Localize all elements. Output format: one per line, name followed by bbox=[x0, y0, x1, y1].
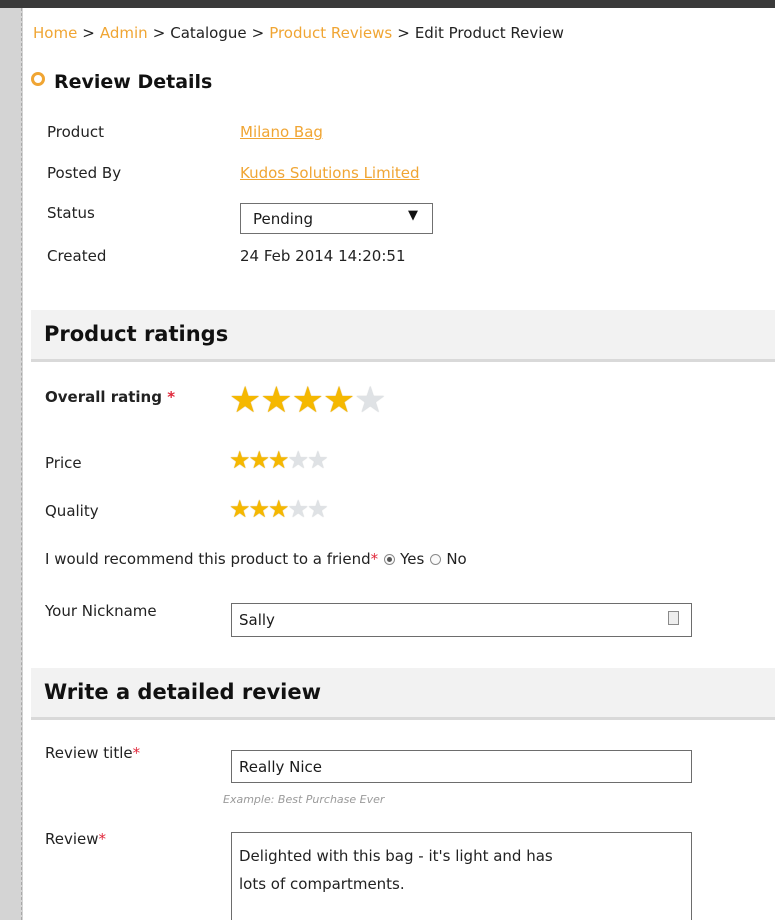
dropdown-arrow-icon: ▼ bbox=[408, 208, 418, 223]
breadcrumb: Home > Admin > Catalogue > Product Reviews > Edi… bbox=[33, 24, 564, 42]
star-icon[interactable]: ★ bbox=[354, 380, 386, 421]
product-label: Product bbox=[47, 123, 104, 141]
star-icon[interactable]: ★ bbox=[229, 446, 250, 474]
star-icon[interactable]: ★ bbox=[249, 495, 270, 523]
star-icon[interactable]: ★ bbox=[229, 380, 261, 421]
breadcrumb-catalogue: Catalogue bbox=[170, 24, 247, 42]
overall-rating-label: Overall rating * bbox=[45, 388, 175, 406]
star-icon[interactable]: ★ bbox=[260, 380, 292, 421]
breadcrumb-admin-link[interactable]: Admin bbox=[100, 24, 148, 42]
detailed-review-section-header: Write a detailed review bbox=[31, 668, 775, 720]
star-icon[interactable]: ★ bbox=[323, 380, 355, 421]
edit-review-panel: Home > Admin > Catalogue > Product Reviews > Edi… bbox=[23, 8, 775, 920]
recommend-no-radio[interactable] bbox=[430, 554, 442, 565]
star-icon[interactable]: ★ bbox=[268, 495, 289, 523]
breadcrumb-separator: > bbox=[397, 24, 410, 42]
review-title-hint: Example: Best Purchase Ever bbox=[223, 793, 385, 806]
nickname-input[interactable]: Sally bbox=[231, 603, 692, 637]
posted-by-label: Posted By bbox=[47, 164, 122, 182]
breadcrumb-current-page: Edit Product Review bbox=[414, 24, 564, 42]
window-top-bar bbox=[0, 0, 775, 8]
recommend-no-label[interactable]: No bbox=[446, 550, 466, 568]
overall-rating-stars[interactable]: ★★★★★ bbox=[229, 380, 386, 421]
review-title-input[interactable]: Really Nice bbox=[231, 750, 692, 783]
breadcrumb-separator: > bbox=[152, 24, 166, 42]
quality-label: Quality bbox=[45, 502, 99, 520]
keyboard-icon[interactable] bbox=[668, 611, 679, 625]
required-asterisk: * bbox=[132, 744, 141, 762]
recommend-row: I would recommend this product to a frie… bbox=[45, 550, 467, 568]
created-label: Created bbox=[47, 247, 107, 265]
recommend-yes-radio[interactable] bbox=[384, 554, 396, 565]
left-gutter bbox=[0, 8, 22, 920]
status-label: Status bbox=[47, 204, 95, 222]
review-textarea-value: Delighted with this bag - it's light and… bbox=[239, 847, 553, 893]
required-asterisk: * bbox=[98, 830, 107, 848]
created-value: 24 Feb 2014 14:20:51 bbox=[240, 247, 406, 265]
status-selected-value: Pending bbox=[253, 210, 313, 228]
star-icon[interactable]: ★ bbox=[268, 446, 289, 474]
product-ratings-section-header: Product ratings bbox=[31, 310, 775, 362]
product-link[interactable]: Milano Bag bbox=[240, 123, 323, 141]
breadcrumb-product-reviews-link[interactable]: Product Reviews bbox=[269, 24, 392, 42]
review-details-title: Review Details bbox=[54, 71, 213, 93]
quality-rating-stars[interactable]: ★★★★★ bbox=[229, 495, 329, 523]
star-icon[interactable]: ★ bbox=[229, 495, 250, 523]
review-label: Review* bbox=[45, 830, 106, 848]
price-rating-stars[interactable]: ★★★★★ bbox=[229, 446, 329, 474]
star-icon[interactable]: ★ bbox=[288, 495, 309, 523]
nickname-label: Your Nickname bbox=[45, 602, 157, 620]
review-details-heading: Review Details bbox=[31, 71, 212, 93]
overall-rating-label-text: Overall rating bbox=[45, 388, 162, 406]
recommend-yes-label[interactable]: Yes bbox=[400, 550, 424, 568]
review-textarea[interactable]: Delighted with this bag - it's light and… bbox=[231, 832, 692, 920]
review-label-text: Review bbox=[45, 830, 99, 848]
required-asterisk: * bbox=[370, 550, 379, 568]
review-title-label-text: Review title bbox=[45, 744, 133, 762]
price-label: Price bbox=[45, 454, 82, 472]
detailed-review-heading: Write a detailed review bbox=[44, 680, 322, 704]
star-icon[interactable]: ★ bbox=[249, 446, 270, 474]
review-title-label: Review title* bbox=[45, 744, 140, 762]
required-asterisk: * bbox=[167, 388, 176, 406]
circle-bullet-icon bbox=[31, 72, 45, 86]
nickname-input-value: Sally bbox=[239, 611, 275, 629]
star-icon[interactable]: ★ bbox=[288, 446, 309, 474]
star-icon[interactable]: ★ bbox=[307, 446, 328, 474]
breadcrumb-home-link[interactable]: Home bbox=[33, 24, 77, 42]
review-title-input-value: Really Nice bbox=[239, 758, 323, 776]
status-select[interactable]: Pending ▼ bbox=[240, 203, 433, 234]
star-icon[interactable]: ★ bbox=[292, 380, 324, 421]
posted-by-link[interactable]: Kudos Solutions Limited bbox=[240, 164, 420, 182]
star-icon[interactable]: ★ bbox=[307, 495, 328, 523]
product-ratings-heading: Product ratings bbox=[44, 322, 229, 346]
recommend-label: I would recommend this product to a frie… bbox=[45, 550, 371, 568]
breadcrumb-separator: > bbox=[251, 24, 265, 42]
breadcrumb-separator: > bbox=[82, 24, 95, 42]
